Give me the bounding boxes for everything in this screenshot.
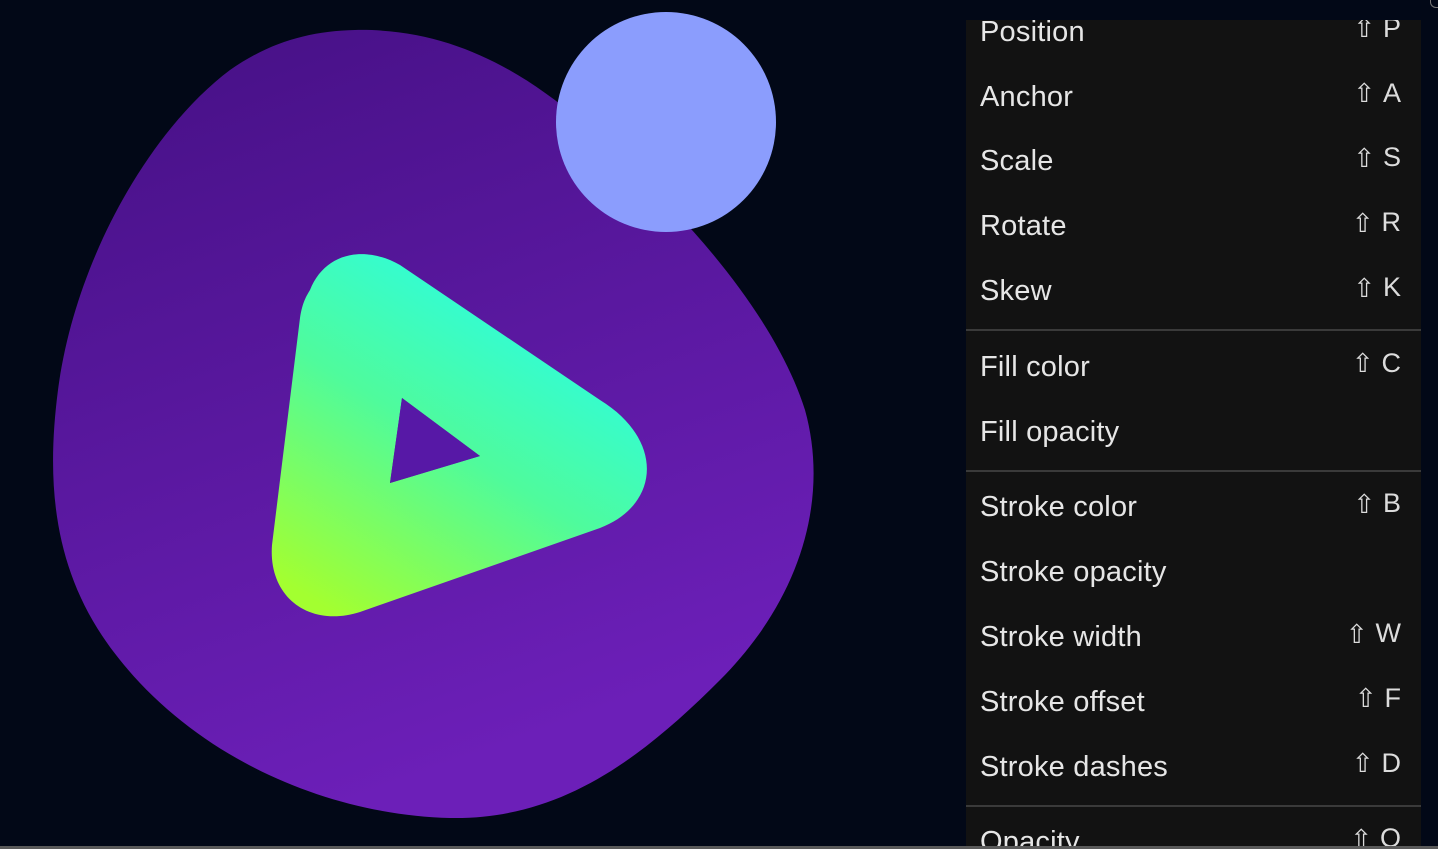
shift-icon: ⇧	[1353, 20, 1375, 44]
menu-item-stroke-dashes[interactable]: Stroke dashes ⇧ D	[966, 735, 1421, 800]
shortcut-key: F	[1384, 682, 1402, 713]
menu-item-stroke-width[interactable]: Stroke width ⇧ W	[966, 605, 1421, 670]
menu-separator	[966, 804, 1421, 807]
menu-item-label: Stroke dashes	[980, 750, 1168, 783]
context-menu: Position ⇧ P Anchor ⇧ A Scale ⇧ S Rotate ⇧ R Skew ⇧ K F…	[966, 20, 1421, 849]
context-menu-list: Position ⇧ P Anchor ⇧ A Scale ⇧ S Rotate ⇧ R Skew ⇧ K F…	[966, 20, 1421, 849]
menu-item-label: Rotate	[980, 210, 1067, 243]
shift-icon: ⇧	[1351, 207, 1374, 238]
shift-icon: ⇧	[1351, 748, 1374, 779]
menu-item-shortcut: ⇧ W	[1346, 618, 1401, 649]
menu-item-label: Position	[980, 20, 1085, 48]
menu-item-shortcut: ⇧ F	[1355, 683, 1401, 714]
menu-item-fill-color[interactable]: Fill color ⇧ C	[966, 335, 1421, 400]
shortcut-key: D	[1381, 747, 1402, 778]
shift-icon: ⇧	[1353, 488, 1375, 519]
menu-item-label: Fill opacity	[980, 415, 1120, 448]
shift-icon: ⇧	[1353, 78, 1375, 109]
shift-icon: ⇧	[1353, 142, 1375, 173]
menu-item-scale[interactable]: Scale ⇧ S	[966, 130, 1421, 195]
shortcut-key: A	[1382, 77, 1401, 108]
shortcut-key: S	[1382, 142, 1401, 173]
menu-item-shortcut: ⇧ C	[1352, 348, 1401, 379]
menu-item-rotate[interactable]: Rotate ⇧ R	[966, 194, 1421, 259]
shortcut-key: R	[1381, 207, 1402, 238]
menu-item-stroke-opacity[interactable]: Stroke opacity	[966, 540, 1421, 605]
menu-item-shortcut: ⇧ P	[1353, 20, 1401, 44]
menu-item-shortcut: ⇧ S	[1353, 142, 1401, 173]
shortcut-key: W	[1375, 618, 1401, 649]
circle-shape[interactable]	[556, 12, 776, 232]
shortcut-key: K	[1382, 272, 1401, 303]
menu-item-position[interactable]: Position ⇧ P	[966, 20, 1421, 65]
menu-separator	[966, 328, 1421, 331]
menu-item-anchor[interactable]: Anchor ⇧ A	[966, 65, 1421, 130]
menu-item-label: Skew	[980, 275, 1052, 308]
shortcut-key: P	[1382, 20, 1401, 43]
menu-item-label: Stroke color	[980, 491, 1138, 524]
menu-item-stroke-color[interactable]: Stroke color ⇧ B	[966, 476, 1421, 541]
menu-item-shortcut: ⇧ R	[1352, 207, 1401, 238]
menu-item-opacity[interactable]: Opacity ⇧ O	[966, 811, 1421, 849]
artwork-canvas[interactable]	[0, 0, 960, 849]
menu-item-shortcut: ⇧ D	[1352, 748, 1401, 779]
menu-item-label: Stroke width	[980, 621, 1142, 654]
shift-icon: ⇧	[1351, 348, 1374, 379]
menu-item-label: Stroke offset	[980, 685, 1145, 718]
menu-item-shortcut: ⇧ A	[1353, 78, 1401, 109]
menu-separator	[966, 469, 1421, 472]
editor-canvas[interactable]: Position ⇧ P Anchor ⇧ A Scale ⇧ S Rotate ⇧ R Skew ⇧ K F…	[0, 0, 1438, 849]
shift-icon: ⇧	[1353, 272, 1375, 303]
menu-item-fill-opacity[interactable]: Fill opacity	[966, 400, 1421, 465]
menu-item-shortcut: ⇧ B	[1353, 488, 1401, 519]
shift-icon: ⇧	[1354, 683, 1377, 714]
menu-item-skew[interactable]: Skew ⇧ K	[966, 259, 1421, 324]
menu-item-label: Stroke opacity	[980, 556, 1167, 589]
menu-item-label: Scale	[980, 145, 1054, 178]
shift-icon: ⇧	[1345, 618, 1368, 649]
window-corner-mark	[1430, 0, 1438, 8]
menu-item-stroke-offset[interactable]: Stroke offset ⇧ F	[966, 670, 1421, 735]
shortcut-key: B	[1382, 488, 1401, 519]
menu-item-shortcut: ⇧ K	[1353, 272, 1401, 303]
menu-item-label: Fill color	[980, 350, 1090, 383]
menu-item-label: Anchor	[980, 80, 1074, 113]
shortcut-key: C	[1381, 347, 1402, 378]
